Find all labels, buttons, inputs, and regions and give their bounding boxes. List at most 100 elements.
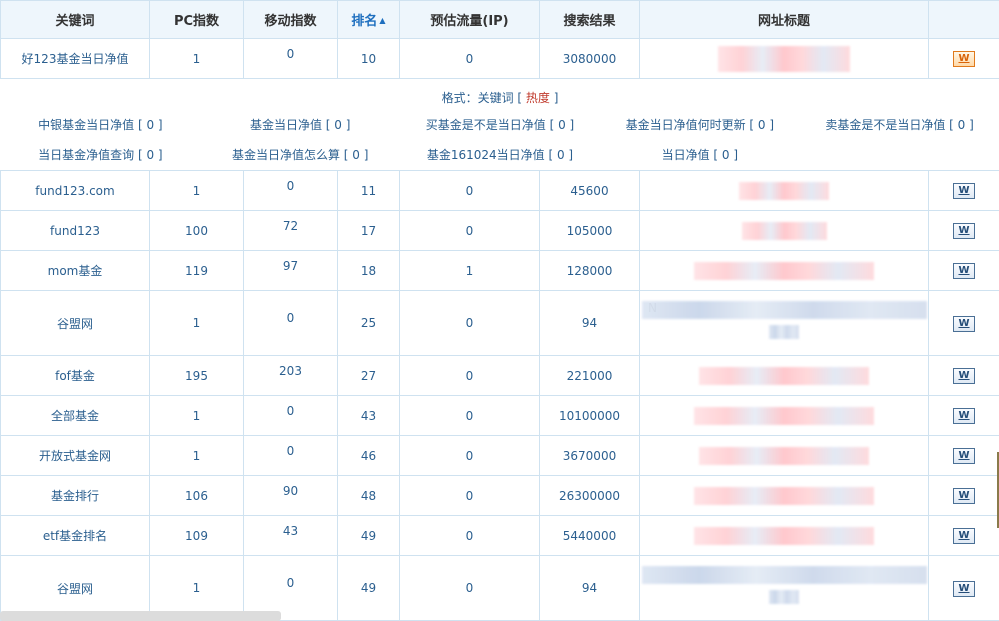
word-icon[interactable]: W	[953, 408, 975, 424]
pc-index-cell: 100	[149, 210, 244, 251]
table-row: fof基金 195 203 27 0 221000 W	[0, 355, 999, 396]
results-cell: 128000	[539, 250, 640, 291]
blurred-title	[739, 181, 829, 200]
title-cell[interactable]	[639, 555, 929, 621]
results-cell: 94	[539, 555, 640, 621]
pc-index-cell: 1	[149, 38, 244, 79]
title-cell[interactable]	[639, 395, 929, 436]
mobile-index-value: 203	[279, 363, 302, 378]
keyword-link[interactable]: 好123基金当日净值	[0, 38, 150, 79]
blurred-title	[699, 366, 869, 385]
related-keyword[interactable]: 基金当日净值 [ 0 ]	[200, 116, 400, 133]
table-row: fund123.com 1 0 11 0 45600 W	[0, 170, 999, 211]
title-cell[interactable]: N	[639, 290, 929, 356]
action-cell: W	[928, 395, 999, 436]
keyword-link[interactable]: fund123.com	[0, 170, 150, 211]
rank-cell: 43	[337, 395, 400, 436]
related-keyword[interactable]: 基金161024当日净值 [ 0 ]	[400, 146, 600, 163]
word-icon[interactable]: W	[953, 315, 975, 332]
mobile-index-cell: 0	[243, 395, 338, 436]
traffic-cell: 0	[399, 475, 540, 516]
word-icon[interactable]: W	[953, 528, 975, 544]
sort-asc-icon: ▲	[379, 16, 386, 25]
col-traffic[interactable]: 预估流量(IP)	[399, 0, 540, 39]
word-icon[interactable]: W	[953, 368, 975, 384]
traffic-cell: 0	[399, 515, 540, 556]
blurred-title	[694, 526, 874, 545]
action-cell: W	[928, 170, 999, 211]
pc-index-cell: 1	[149, 435, 244, 476]
related-keyword[interactable]: 中银基金当日净值 [ 0 ]	[1, 116, 201, 133]
keyword-link[interactable]: fund123	[0, 210, 150, 251]
pc-index-cell: 1	[149, 170, 244, 211]
action-cell: W	[928, 435, 999, 476]
format-prefix: 格式：关键词 [	[441, 90, 526, 105]
title-cell[interactable]	[639, 170, 929, 211]
col-rank[interactable]: 排名 ▲	[337, 0, 400, 39]
mobile-index-value: 0	[286, 403, 295, 418]
title-cell[interactable]	[639, 355, 929, 396]
format-heat: 热度	[525, 90, 550, 105]
related-keywords-panel: 格式：关键词 [ 热度 ] 中银基金当日净值 [ 0 ] 基金当日净值 [ 0 …	[0, 78, 999, 171]
traffic-cell: 0	[399, 290, 540, 356]
related-keyword[interactable]: 买基金是不是当日净值 [ 0 ]	[400, 116, 600, 133]
word-icon[interactable]: W	[953, 488, 975, 504]
format-suffix: ]	[549, 90, 559, 105]
title-cell[interactable]	[639, 210, 929, 251]
blurred-title	[718, 45, 850, 72]
results-cell: 45600	[539, 170, 640, 211]
table-row: 基金排行 106 90 48 0 26300000 W	[0, 475, 999, 516]
keyword-link[interactable]: 基金排行	[0, 475, 150, 516]
rank-cell: 48	[337, 475, 400, 516]
rank-cell: 10	[337, 38, 400, 79]
related-keyword[interactable]: 基金当日净值怎么算 [ 0 ]	[200, 146, 400, 163]
blurred-title-line2	[769, 325, 799, 339]
title-cell[interactable]	[639, 250, 929, 291]
results-cell: 3670000	[539, 435, 640, 476]
table-row: 谷盟网1025094NW	[0, 290, 999, 356]
mobile-index-value: 0	[286, 576, 295, 590]
keyword-link[interactable]: fof基金	[0, 355, 150, 396]
results-cell: 3080000	[539, 38, 640, 79]
word-icon[interactable]: W	[953, 51, 975, 67]
keyword-link[interactable]: etf基金排名	[0, 515, 150, 556]
word-icon[interactable]: W	[953, 263, 975, 279]
pc-index-cell: 119	[149, 250, 244, 291]
related-keyword[interactable]: 基金当日净值何时更新 [ 0 ]	[600, 116, 800, 133]
keyword-link[interactable]: 开放式基金网	[0, 435, 150, 476]
pc-index-cell: 1	[149, 290, 244, 356]
keyword-link[interactable]: mom基金	[0, 250, 150, 291]
mobile-index-cell: 0	[243, 170, 338, 211]
col-results[interactable]: 搜索结果	[539, 0, 640, 39]
keyword-link[interactable]: 谷盟网	[0, 290, 150, 356]
related-keyword[interactable]: 当日净值 [ 0 ]	[600, 146, 800, 163]
col-mobile-index[interactable]: 移动指数	[243, 0, 338, 39]
traffic-cell: 0	[399, 435, 540, 476]
horizontal-scrollbar[interactable]	[0, 611, 281, 621]
related-keyword[interactable]: 当日基金净值查询 [ 0 ]	[1, 146, 201, 163]
rank-cell: 49	[337, 515, 400, 556]
word-icon[interactable]: W	[953, 448, 975, 464]
mobile-index-value: 0	[286, 46, 295, 61]
action-cell: W	[928, 250, 999, 291]
keyword-link[interactable]: 全部基金	[0, 395, 150, 436]
col-pc-index[interactable]: PC指数	[149, 0, 244, 39]
rank-cell: 11	[337, 170, 400, 211]
mobile-index-cell: 0	[243, 290, 338, 356]
mobile-index-cell: 203	[243, 355, 338, 396]
blurred-title	[741, 221, 827, 240]
title-cell[interactable]	[639, 38, 929, 79]
title-cell[interactable]	[639, 475, 929, 516]
mobile-index-cell: 90	[243, 475, 338, 516]
title-cell[interactable]	[639, 515, 929, 556]
title-cell[interactable]	[639, 435, 929, 476]
blurred-title	[641, 301, 927, 319]
related-keyword[interactable]: 卖基金是不是当日净值 [ 0 ]	[800, 116, 999, 133]
pc-index-cell: 109	[149, 515, 244, 556]
word-icon[interactable]: W	[953, 183, 975, 199]
rank-cell: 17	[337, 210, 400, 251]
word-icon[interactable]: W	[953, 223, 975, 239]
traffic-cell: 0	[399, 210, 540, 251]
word-icon[interactable]: W	[953, 580, 975, 597]
action-cell: W	[928, 290, 999, 356]
